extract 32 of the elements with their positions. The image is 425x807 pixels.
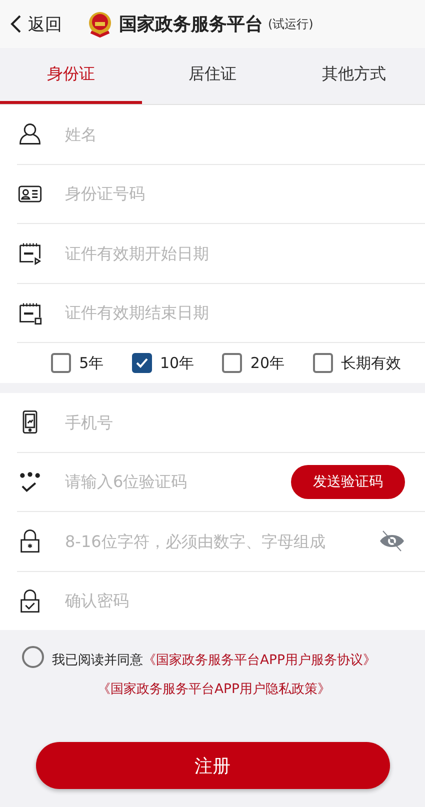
checkbox[interactable]: [312, 353, 333, 373]
input-field[interactable]: 请输入6位验证码: [63, 471, 291, 492]
input-field[interactable]: 确认密码: [63, 590, 405, 612]
check-icon: [135, 356, 150, 370]
app-title: 国家政务服务平台: [119, 13, 263, 36]
emblem-icon: [86, 10, 114, 38]
send-code-button[interactable]: 发送验证码: [291, 464, 405, 499]
agree-radio[interactable]: [22, 646, 44, 668]
checkbox[interactable]: [222, 353, 242, 373]
tab[interactable]: 其他方式: [283, 48, 425, 104]
input-field[interactable]: 姓名: [63, 124, 405, 145]
input-field[interactable]: 手机号: [63, 412, 405, 433]
checkbox[interactable]: [51, 353, 72, 373]
back-button[interactable]: 返回: [10, 12, 62, 36]
register-button[interactable]: 注册: [36, 742, 390, 789]
tab[interactable]: 居住证: [142, 48, 284, 104]
trial-label: (试运行): [268, 16, 314, 32]
validity-option[interactable]: 10年: [132, 353, 194, 373]
eye-hidden-icon[interactable]: [379, 530, 405, 552]
input-field[interactable]: 证件有效期开始日期: [63, 242, 405, 264]
chevron-left-icon: [10, 14, 22, 34]
input-field[interactable]: 证件有效期结束日期: [63, 302, 405, 324]
agreement-link[interactable]: 《国家政务服务平台APP用户隐私政策》: [98, 682, 330, 697]
validity-option[interactable]: 5年: [51, 353, 104, 373]
input-field[interactable]: 8-16位字符，必须由数字、字母组成: [63, 530, 379, 552]
agreement-text: 我已阅读并同意《国家政务服务平台APP用户服务协议》 《国家政务服务平台APP用户隐私政策》: [52, 652, 376, 699]
person-icon: [17, 121, 43, 148]
input-field[interactable]: 身份证号码: [63, 183, 405, 204]
checkbox[interactable]: [132, 353, 152, 373]
agreement-link[interactable]: 《国家政务服务平台APP用户服务协议》: [143, 653, 376, 668]
validity-option[interactable]: 20年: [222, 353, 285, 373]
validity-option[interactable]: 长期有效: [312, 353, 401, 373]
